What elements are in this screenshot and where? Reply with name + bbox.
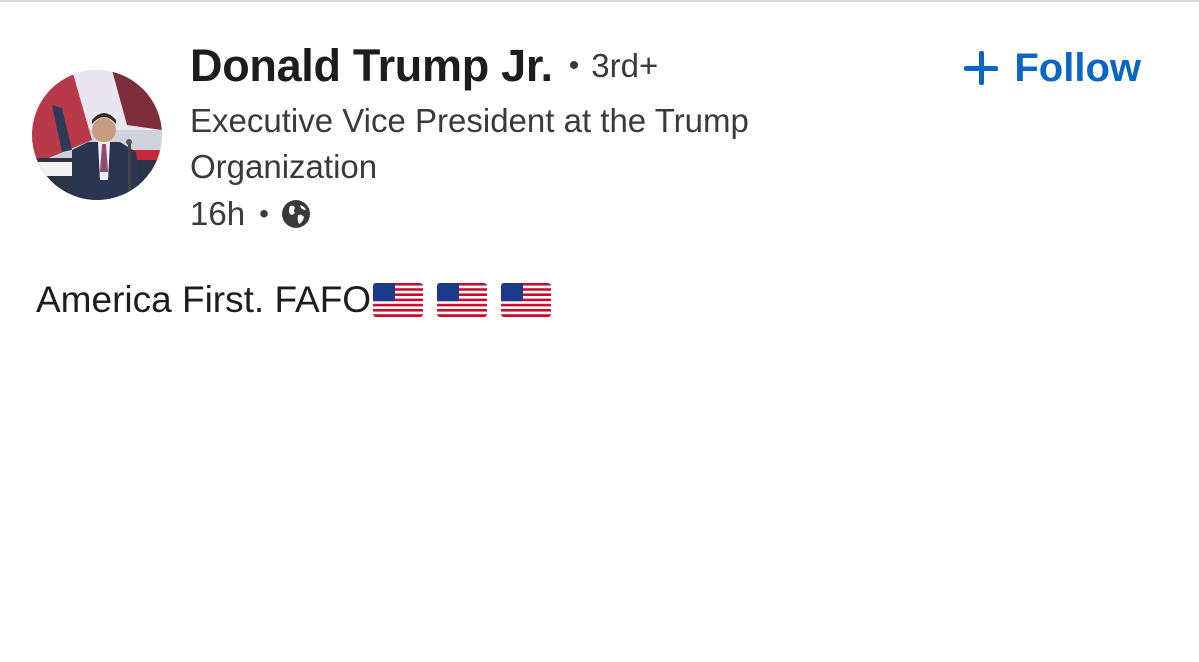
- plus-icon: [964, 51, 999, 85]
- follow-button[interactable]: Follow: [964, 42, 1141, 94]
- profile-photo: [32, 70, 162, 200]
- author-avatar[interactable]: [32, 70, 162, 200]
- author-headline: Executive Vice President at the Trump Or…: [190, 102, 749, 185]
- us-flag-icon: [501, 283, 552, 317]
- us-flag-icon: [373, 283, 424, 317]
- author-name[interactable]: Donald Trump Jr.: [190, 40, 553, 92]
- post-card: Donald Trump Jr. • 3rd+ Executive Vice P…: [0, 0, 1199, 662]
- post-timestamp: 16h: [190, 195, 246, 232]
- follow-label: Follow: [1014, 45, 1141, 90]
- top-divider: [0, 0, 1199, 2]
- separator-dot: •: [568, 49, 580, 82]
- post-body: America First. FAFO: [36, 274, 552, 326]
- post-text: America First. FAFO: [36, 279, 372, 320]
- author-name-row: Donald Trump Jr. • 3rd+: [190, 38, 658, 94]
- post-meta: 16h •: [190, 192, 311, 236]
- us-flag-icon: [437, 283, 488, 317]
- globe-icon: [281, 200, 310, 228]
- separator-dot: •: [259, 198, 269, 229]
- connection-degree: 3rd+: [591, 47, 659, 84]
